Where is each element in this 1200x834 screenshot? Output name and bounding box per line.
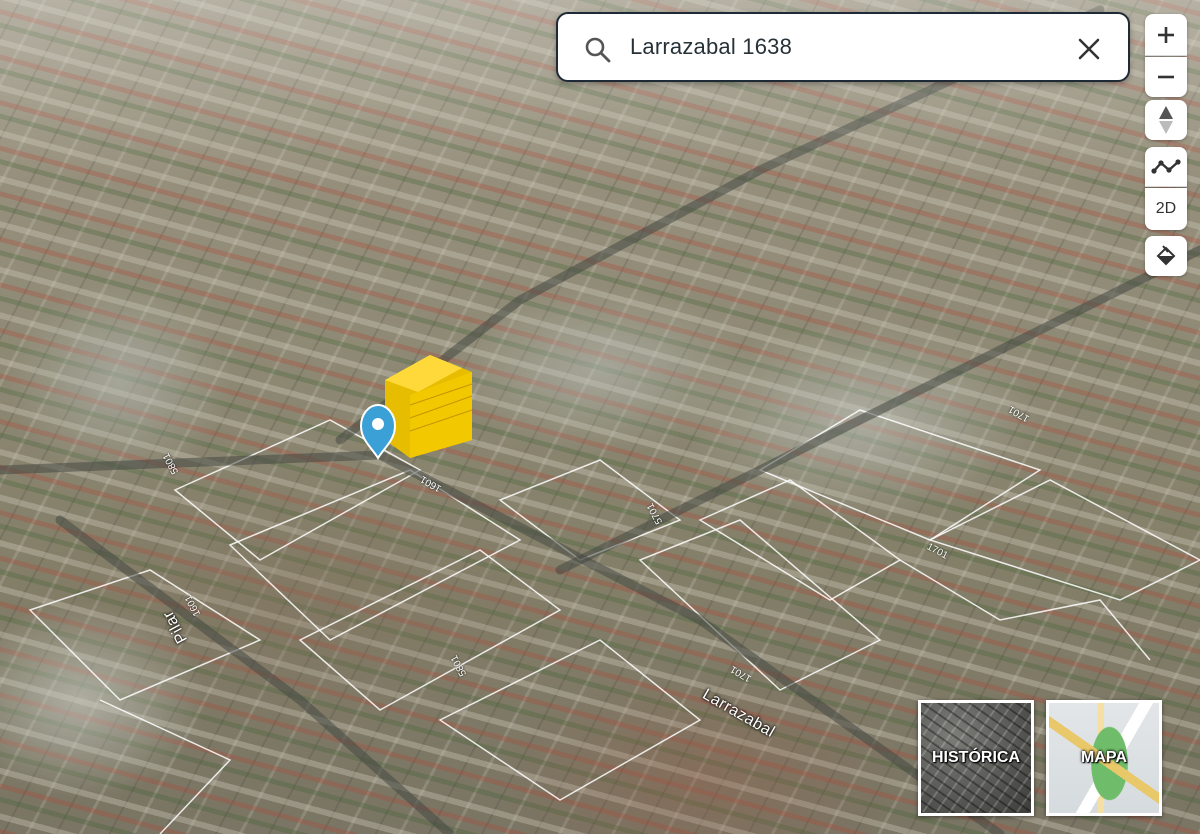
minus-icon: [1158, 75, 1174, 79]
zoom-out-button[interactable]: [1145, 57, 1187, 97]
compass-button[interactable]: [1145, 100, 1187, 140]
search-icon[interactable]: [584, 36, 612, 64]
style-button[interactable]: [1145, 236, 1187, 276]
highlighted-building: [385, 355, 473, 458]
layer-mapa-button[interactable]: MAPA: [1046, 700, 1162, 816]
paint-bucket-icon: [1156, 245, 1176, 266]
search-input[interactable]: Larrazabal 1638: [630, 34, 792, 60]
layer-historica-button[interactable]: HISTÓRICA: [918, 700, 1034, 816]
plus-icon: [1158, 26, 1174, 43]
compass-icon: [1159, 106, 1173, 134]
view-mode-toggle-button[interactable]: 2D: [1145, 188, 1187, 230]
zoom-in-button[interactable]: [1145, 14, 1187, 56]
location-marker-icon: [359, 403, 397, 460]
search-bar[interactable]: Larrazabal 1638: [556, 12, 1130, 82]
path-measure-icon: [1151, 158, 1181, 174]
layer-historica-label: HISTÓRICA: [932, 749, 1020, 766]
layer-mapa-label: MAPA: [1081, 749, 1127, 766]
close-icon[interactable]: [1076, 36, 1102, 62]
measure-button[interactable]: [1145, 147, 1187, 187]
